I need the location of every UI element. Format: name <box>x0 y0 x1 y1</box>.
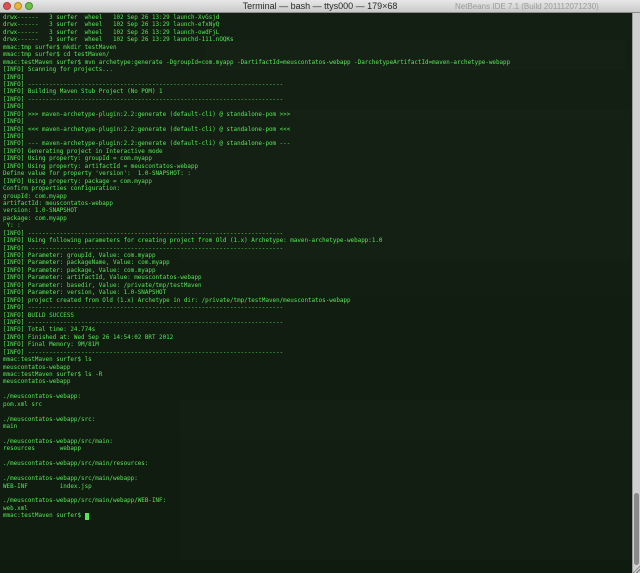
vertical-scrollbar[interactable] <box>632 13 640 573</box>
terminal-line: [INFO] ---------------------------------… <box>3 305 284 312</box>
terminal-line: Y: : <box>3 223 21 230</box>
terminal-line: [INFO] Using property: artifactId = meus… <box>3 163 199 170</box>
terminal-line: [INFO] Using following parameters for cr… <box>3 238 383 245</box>
terminal-line: [INFO] Final Memory: 9M/81M <box>3 342 99 349</box>
terminal-line: meuscontatos-webapp <box>3 379 71 386</box>
terminal-line: [INFO] --- maven-archetype-plugin:2.2:ge… <box>3 141 291 148</box>
terminal-line: mmac:testMaven surfer$ ls -R <box>3 372 103 378</box>
terminal-line: version: 1.0-SNAPSHOT <box>3 208 78 215</box>
terminal-line: [INFO] BUILD SUCCESS <box>3 312 74 319</box>
terminal-line: [INFO] project created from Old (1.x) Ar… <box>3 297 351 304</box>
terminal-line: mmac:tmp surfer$ cd testMaven/ <box>3 52 110 59</box>
window-title: Terminal — bash — ttys000 — 179×68 <box>242 1 398 11</box>
text-cursor <box>84 513 89 521</box>
terminal-line: ./meuscontatos-webapp: <box>3 394 82 401</box>
terminal-line: [INFO] Parameter: artifactId, Value: meu… <box>3 275 202 282</box>
terminal-line: ./meuscontatos-webapp/src/main/webapp: <box>3 476 138 483</box>
terminal-line: [INFO] <box>3 134 25 140</box>
terminal-line: mmac:testMaven surfer$ ls <box>3 357 92 364</box>
terminal-line: groupId: com.myapp <box>3 193 67 200</box>
terminal-line: [INFO] ---------------------------------… <box>3 319 284 326</box>
terminal-line: [INFO] Parameter: basedir, Value: /priva… <box>3 282 202 289</box>
terminal-line: ./meuscontatos-webapp/src/main: <box>3 438 113 445</box>
scrollbar-thumb[interactable] <box>634 493 639 565</box>
terminal-line: pom.xml src <box>3 401 43 408</box>
terminal-line: mmac:tmp surfer$ mkdir testMaven <box>3 44 117 51</box>
terminal-line: [INFO] Parameter: groupId, Value: com.my… <box>3 253 156 259</box>
terminal-line: web.xml <box>3 505 28 512</box>
title-bar[interactable]: NetBeans IDE 7.1 (Build 201112071230) Te… <box>0 0 640 13</box>
terminal-line: mmac:testMaven surfer$ <box>3 513 510 521</box>
terminal-line: Confirm properties configuration: <box>3 186 121 193</box>
terminal-line: [INFO] Finished at: Wed Sep 26 14:54:02 … <box>3 334 174 341</box>
terminal-line: [INFO] <<< maven-archetype-plugin:2.2:ge… <box>3 126 291 133</box>
terminal-line: artifactId: meuscontatos-webapp <box>3 200 113 207</box>
terminal-line: Define value for property 'version': 1.0… <box>3 171 191 178</box>
terminal-line: drwx------ 3 surfer wheel 102 Sep 26 13:… <box>3 15 220 21</box>
terminal-line: ./meuscontatos-webapp/src: <box>3 416 96 423</box>
terminal-line: [INFO] ---------------------------------… <box>3 230 284 237</box>
terminal-line: drwx------ 3 surfer wheel 102 Sep 26 13:… <box>3 22 220 29</box>
terminal-line: [INFO] >>> maven-archetype-plugin:2.2:ge… <box>3 111 291 118</box>
terminal-line: ./meuscontatos-webapp/src/main/webapp/WE… <box>3 498 167 505</box>
terminal-output[interactable]: drwx------ 3 surfer wheel 102 Sep 26 13:… <box>0 13 632 573</box>
resize-grip-icon[interactable] <box>632 565 640 573</box>
terminal-line: drwx------ 3 surfer wheel 102 Sep 26 13:… <box>3 29 220 36</box>
terminal-line: ./meuscontatos-webapp/src/main/resources… <box>3 461 149 468</box>
terminal-line: WEB-INF index.jsp <box>3 483 92 490</box>
terminal-line: [INFO] ---------------------------------… <box>3 96 284 103</box>
terminal-line: [INFO] ---------------------------------… <box>3 81 284 88</box>
terminal-line: [INFO] Total time: 24.774s <box>3 327 96 334</box>
terminal-line: resources webapp <box>3 446 82 453</box>
terminal-line: package: com.myapp <box>3 215 67 222</box>
terminal-line: [INFO] ---------------------------------… <box>3 245 284 252</box>
terminal-line: [INFO] <box>3 74 25 81</box>
terminal-line: [INFO] Building Maven Stub Project (No P… <box>3 89 163 96</box>
terminal-line: [INFO] ---------------------------------… <box>3 349 284 356</box>
terminal-line: [INFO] Using property: groupId = com.mya… <box>3 156 152 163</box>
terminal-lines: drwx------ 3 surfer wheel 102 Sep 26 13:… <box>3 15 510 521</box>
terminal-window: NetBeans IDE 7.1 (Build 201112071230) Te… <box>0 0 640 573</box>
terminal-line: meuscontatos-webapp <box>3 364 71 371</box>
terminal-line: main <box>3 424 18 431</box>
terminal-line: drwx------ 3 surfer wheel 102 Sep 26 13:… <box>3 37 234 44</box>
terminal-line: mmac:testMaven surfer$ mvn archetype:gen… <box>3 59 511 66</box>
terminal-line: [INFO] Using property: package = com.mya… <box>3 178 152 185</box>
terminal-line: [INFO] Scanning for projects... <box>3 67 113 74</box>
terminal-line: [INFO] <box>3 119 25 126</box>
terminal-line: [INFO] Parameter: packageName, Value: co… <box>3 260 170 267</box>
terminal-line: [INFO] Parameter: version, Value: 1.0-SN… <box>3 290 167 297</box>
terminal-line: [INFO] Generating project in Interactive… <box>3 148 163 155</box>
terminal-line: [INFO] <box>3 104 25 111</box>
terminal-line: [INFO] Parameter: package, Value: com.my… <box>3 267 156 274</box>
